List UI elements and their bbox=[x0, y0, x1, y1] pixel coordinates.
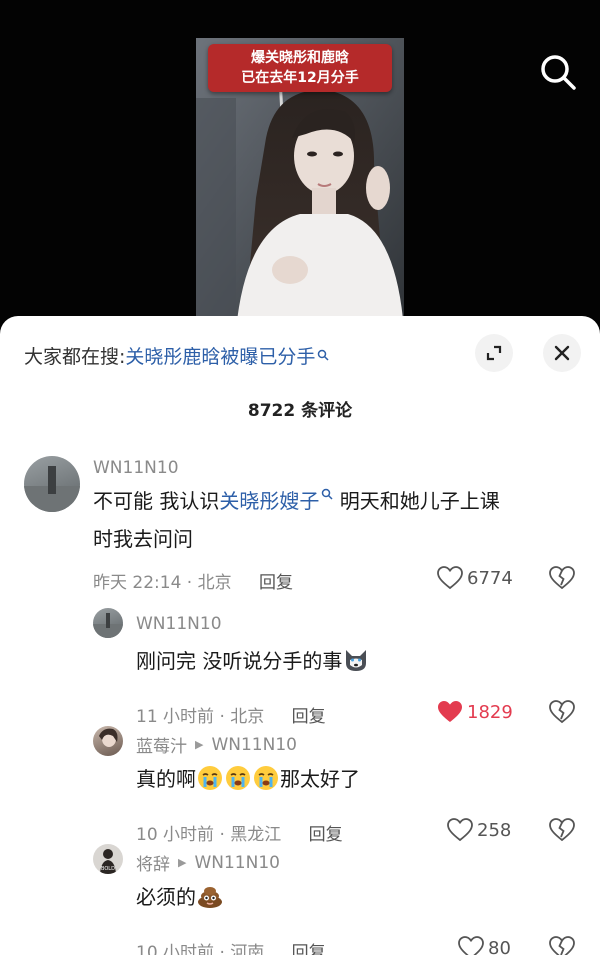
comment-search-link[interactable]: 关晓彤嫂子 bbox=[219, 489, 319, 513]
search-icon bbox=[541, 55, 576, 90]
broken-heart-icon bbox=[549, 818, 575, 842]
expand-button[interactable] bbox=[475, 334, 513, 372]
dislike-button[interactable] bbox=[549, 566, 575, 594]
like-count: 6774 bbox=[467, 567, 513, 589]
comment-meta: 10 小时前 · 河南 回复 bbox=[136, 938, 326, 955]
comment-item: WN11N10 不可能 我认识关晓彤嫂子 明天和她儿子上课 时我去问问 昨天 22… bbox=[0, 452, 600, 600]
reply-arrow-icon: ▶ bbox=[178, 856, 187, 869]
comment-meta: 昨天 22:14 · 北京 回复 bbox=[93, 573, 294, 593]
heart-icon bbox=[437, 566, 463, 590]
broken-heart-icon bbox=[549, 700, 575, 724]
broken-heart-icon bbox=[549, 936, 575, 955]
video-thumbnail[interactable]: 爆关晓彤和鹿晗 已在去年12月分手 bbox=[196, 38, 404, 330]
comment-username[interactable]: WN11N10 bbox=[93, 458, 179, 478]
crying-emoji bbox=[198, 766, 222, 790]
comment-text: 刚问完 没听说分手的事 bbox=[136, 642, 576, 680]
poop-emoji bbox=[198, 887, 222, 908]
comment-text: 不可能 我认识关晓彤嫂子 明天和她儿子上课 时我去问问 bbox=[93, 488, 500, 551]
crying-emoji bbox=[254, 766, 278, 790]
hot-search-link[interactable]: 关晓彤鹿晗被曝已分手 bbox=[125, 342, 315, 369]
reply-item: 蓝莓汁 ▶ WN11N10 真的啊 那太好了 10 小时前 · 黑龙江 回复 25… bbox=[0, 724, 600, 845]
hot-search-prefix: 大家都在搜: bbox=[24, 345, 126, 368]
video-caption-banner: 爆关晓彤和鹿晗 已在去年12月分手 bbox=[208, 44, 392, 92]
comment-text: 真的啊 那太好了 bbox=[136, 766, 360, 791]
reply-to-username[interactable]: WN11N10 bbox=[194, 853, 280, 873]
reply-arrow-icon: ▶ bbox=[195, 738, 204, 751]
comment-username[interactable]: 蓝莓汁 ▶ WN11N10 bbox=[136, 732, 297, 758]
avatar[interactable] bbox=[93, 608, 123, 638]
broken-heart-icon bbox=[549, 566, 575, 590]
avatar[interactable] bbox=[24, 456, 80, 512]
hot-search-bar[interactable]: 大家都在搜: 关晓彤鹿晗被曝已分手 bbox=[24, 340, 329, 370]
svg-text:BOLD: BOLD bbox=[101, 866, 115, 872]
search-icon bbox=[318, 349, 329, 361]
comment-sheet: 大家都在搜: 关晓彤鹿晗被曝已分手 8722 条评论 WN11N10 不可能 我… bbox=[0, 316, 600, 955]
like-count: 80 bbox=[488, 937, 511, 955]
comment-text: 必须的 bbox=[136, 878, 576, 916]
reply-to-username[interactable]: WN11N10 bbox=[211, 735, 297, 755]
reply-item: BOLD 将辞 ▶ WN11N10 必须的 10 小时前 · 河南 回复 80 bbox=[0, 842, 600, 955]
like-button[interactable]: 6774 bbox=[437, 566, 513, 590]
heart-icon bbox=[438, 701, 462, 722]
comment-username[interactable]: 将辞 ▶ WN11N10 bbox=[136, 850, 280, 876]
expand-icon bbox=[486, 345, 502, 361]
like-button[interactable]: 258 bbox=[447, 818, 511, 842]
dislike-button[interactable] bbox=[549, 936, 575, 955]
reply-item: WN11N10 刚问完 没听说分手的事 11 小时前 · 北京 回复 1829 bbox=[0, 606, 600, 727]
avatar[interactable]: BOLD bbox=[93, 844, 123, 874]
like-count: 258 bbox=[477, 819, 512, 841]
avatar[interactable] bbox=[93, 726, 123, 756]
husky-emoji bbox=[346, 650, 367, 671]
heart-icon bbox=[447, 818, 473, 842]
close-button[interactable] bbox=[543, 334, 581, 372]
reply-button[interactable]: 回复 bbox=[259, 573, 293, 593]
like-button[interactable]: 80 bbox=[458, 936, 511, 955]
comment-count: 8722 条评论 bbox=[247, 401, 353, 421]
close-icon bbox=[554, 345, 570, 361]
like-button[interactable]: 1829 bbox=[437, 700, 513, 724]
heart-icon bbox=[458, 936, 484, 955]
caption-line-1: 爆关晓彤和鹿晗 bbox=[251, 50, 349, 66]
caption-line-2: 已在去年12月分手 bbox=[241, 70, 359, 86]
crying-emoji bbox=[226, 766, 250, 790]
comment-username[interactable]: WN11N10 bbox=[136, 614, 222, 634]
search-button[interactable] bbox=[536, 50, 580, 94]
search-icon bbox=[322, 488, 333, 500]
video-player[interactable]: 爆关晓彤和鹿晗 已在去年12月分手 bbox=[0, 0, 600, 330]
reply-button[interactable]: 回复 bbox=[292, 943, 326, 955]
like-count: 1829 bbox=[467, 701, 513, 723]
